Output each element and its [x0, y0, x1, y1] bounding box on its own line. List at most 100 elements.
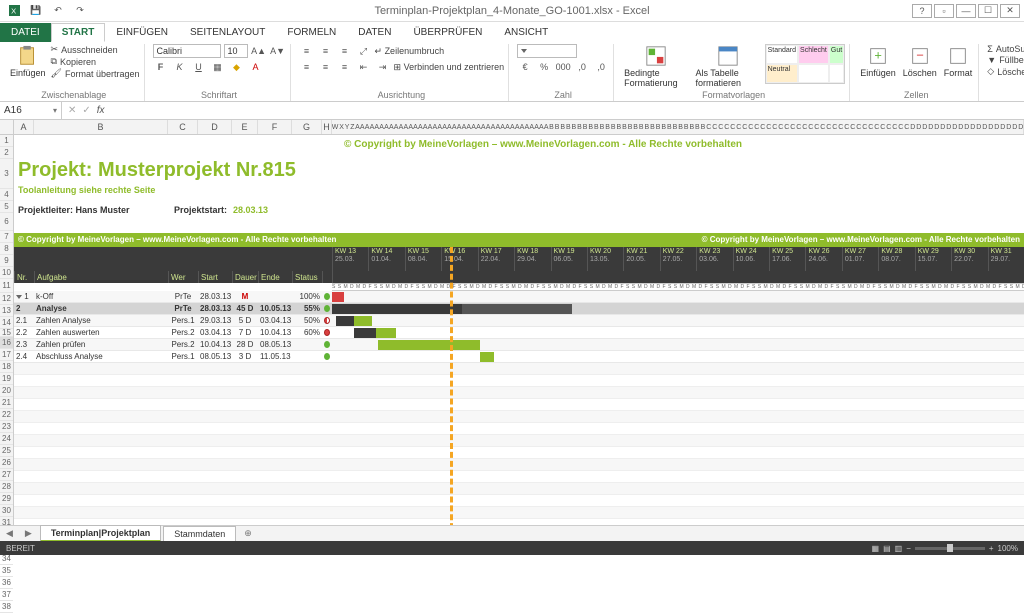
align-right-icon[interactable]: ≡	[337, 60, 353, 74]
format-cells-button[interactable]: Format	[942, 44, 975, 79]
fill-color-button[interactable]: ◆	[229, 60, 245, 74]
border-button[interactable]: ▦	[210, 60, 226, 74]
task-row[interactable]: 2.4Abschluss AnalysePers.108.05.133 D11.…	[14, 351, 1024, 363]
indent-left-icon[interactable]: ⇤	[356, 60, 372, 74]
autosum-button[interactable]: Σ AutoSumme	[987, 44, 1024, 54]
zoom-in-icon[interactable]: +	[989, 544, 994, 553]
tab-einfuegen[interactable]: EINFÜGEN	[105, 23, 179, 42]
svg-text:+: +	[874, 48, 882, 63]
group-clipboard: Einfügen ✂ Ausschneiden ⧉ Kopieren 🖌 For…	[4, 44, 145, 101]
undo-icon[interactable]: ↶	[50, 4, 66, 18]
zoom-slider[interactable]	[915, 547, 985, 550]
fill-button[interactable]: ▼ Füllbereich	[987, 55, 1024, 65]
view-layout-icon[interactable]: ▤	[883, 544, 891, 553]
project-leader: Projektleiter: Hans Muster	[18, 205, 130, 215]
italic-button[interactable]: K	[172, 60, 188, 74]
ribbon-collapse-icon[interactable]: ▫	[934, 4, 954, 18]
tab-ueberpruefen[interactable]: ÜBERPRÜFEN	[402, 23, 493, 42]
increase-decimal-icon[interactable]: ,0	[574, 60, 590, 74]
fx-icon[interactable]: fx	[97, 105, 105, 116]
tab-daten[interactable]: DATEN	[347, 23, 402, 42]
redo-icon[interactable]: ↷	[72, 4, 88, 18]
copy-button[interactable]: ⧉ Kopieren	[51, 56, 140, 67]
orientation-icon[interactable]: ⤢	[356, 44, 372, 58]
today-marker	[450, 247, 453, 547]
font-color-button[interactable]: A	[248, 60, 264, 74]
sheet-nav-prev-icon[interactable]: ◀	[0, 528, 19, 539]
save-icon[interactable]: 💾	[28, 4, 44, 18]
task-list: 1k-OffPrTe28.03.13M100%2AnalysePrTe28.03…	[14, 291, 1024, 363]
view-pagebreak-icon[interactable]: ▥	[895, 544, 903, 553]
increase-font-icon[interactable]: A▲	[251, 44, 267, 58]
task-row[interactable]: 2.1Zahlen AnalysePers.129.03.135 D03.04.…	[14, 315, 1024, 327]
align-center-icon[interactable]: ≡	[318, 60, 334, 74]
tab-ansicht[interactable]: ANSICHT	[493, 23, 559, 42]
delete-cells-button[interactable]: −Löschen	[901, 44, 939, 79]
zoom-value[interactable]: 100%	[998, 544, 1018, 553]
group-number: € % 000 ,0 ,0 Zahl	[513, 44, 614, 101]
bold-button[interactable]: F	[153, 60, 169, 74]
cancel-formula-icon[interactable]: ✕	[68, 105, 76, 116]
format-as-table-button[interactable]: Als Tabelle formatieren	[693, 44, 761, 89]
indent-right-icon[interactable]: ⇥	[375, 60, 391, 74]
svg-text:X: X	[11, 6, 16, 15]
sheet-tab-stammdaten[interactable]: Stammdaten	[163, 526, 236, 541]
task-row[interactable]: 2.3Zahlen prüfenPers.210.04.1328 D08.05.…	[14, 339, 1024, 351]
calendar-week-row: KW 1325.03.KW 1401.04.KW 1508.04.KW 1615…	[14, 247, 1024, 271]
align-top-icon[interactable]: ≡	[299, 44, 315, 58]
cut-button[interactable]: ✂ Ausschneiden	[51, 44, 140, 55]
tab-start[interactable]: START	[51, 23, 106, 42]
align-middle-icon[interactable]: ≡	[318, 44, 334, 58]
close-icon[interactable]: ✕	[1000, 4, 1020, 18]
font-name-select[interactable]: Calibri	[153, 44, 221, 58]
row-headers[interactable]: 1234567891011121314151617181920212223242…	[0, 135, 14, 547]
format-painter-button[interactable]: 🖌 Format übertragen	[51, 68, 140, 79]
minimize-icon[interactable]: —	[956, 4, 976, 18]
insert-cells-button[interactable]: +Einfügen	[858, 44, 898, 79]
tool-note: Toolanleitung siehe rechte Seite	[18, 185, 155, 195]
conditional-formatting-button[interactable]: Bedingte Formatierung	[622, 44, 690, 89]
sheet-tab-terminplan[interactable]: Terminplan|Projektplan	[40, 525, 161, 542]
ribbon: Einfügen ✂ Ausschneiden ⧉ Kopieren 🖌 For…	[0, 42, 1024, 102]
percent-icon[interactable]: %	[536, 60, 552, 74]
worksheet[interactable]: 1234567891011121314151617181920212223242…	[0, 135, 1024, 547]
project-title: Projekt: Musterprojekt Nr.815	[18, 159, 296, 182]
accept-formula-icon[interactable]: ✓	[82, 105, 90, 116]
task-row[interactable]: 2.2Zahlen auswertenPers.203.04.137 D10.0…	[14, 327, 1024, 339]
align-bottom-icon[interactable]: ≡	[337, 44, 353, 58]
maximize-icon[interactable]: ☐	[978, 4, 998, 18]
copyright-text: © Copyright by MeineVorlagen – www.Meine…	[344, 139, 742, 150]
empty-grid-rows[interactable]	[14, 363, 1024, 547]
number-format-select[interactable]	[517, 44, 577, 58]
formula-bar-row: A16 ✕ ✓ fx	[0, 102, 1024, 120]
tab-seitenlayout[interactable]: SEITENLAYOUT	[179, 23, 276, 42]
zoom-out-icon[interactable]: −	[906, 544, 911, 553]
column-headers[interactable]: A B C D E F G H I J K L M N O P Q R S T …	[0, 120, 1024, 135]
sheet-nav-next-icon[interactable]: ▶	[19, 528, 38, 539]
cell-styles-gallery[interactable]: StandardSchlechtGut Neutral	[765, 44, 846, 84]
help-icon[interactable]: ?	[912, 4, 932, 18]
project-start-label: Projektstart:	[174, 205, 227, 215]
align-left-icon[interactable]: ≡	[299, 60, 315, 74]
clear-button[interactable]: ◇ Löschen	[987, 66, 1024, 77]
underline-button[interactable]: U	[191, 60, 207, 74]
currency-icon[interactable]: €	[517, 60, 533, 74]
paste-button[interactable]: Einfügen	[8, 44, 48, 79]
view-normal-icon[interactable]: ▦	[872, 544, 880, 553]
group-editing: Σ AutoSumme ▼ Füllbereich ◇ Löschen Sort…	[983, 44, 1024, 101]
font-size-select[interactable]: 10	[224, 44, 248, 58]
group-font: Calibri 10 A▲ A▼ F K U ▦ ◆ A Schriftart	[149, 44, 291, 101]
status-bar: BEREIT ▦ ▤ ▥ − + 100%	[0, 541, 1024, 555]
task-row[interactable]: 1k-OffPrTe28.03.13M100%	[14, 291, 1024, 303]
tab-datei[interactable]: DATEI	[0, 23, 51, 42]
thousands-icon[interactable]: 000	[555, 60, 571, 74]
svg-text:−: −	[916, 48, 924, 63]
tab-formeln[interactable]: FORMELN	[276, 23, 347, 42]
task-row[interactable]: 2AnalysePrTe28.03.1345 D10.05.1355%	[14, 303, 1024, 315]
wrap-text-button[interactable]: ↵ Zeilenumbruch	[375, 46, 445, 57]
decrease-decimal-icon[interactable]: ,0	[593, 60, 609, 74]
name-box[interactable]: A16	[0, 102, 62, 119]
decrease-font-icon[interactable]: A▼	[270, 44, 286, 58]
merge-button[interactable]: ⊞ Verbinden und zentrieren	[394, 62, 505, 73]
add-sheet-icon[interactable]: ⊕	[236, 528, 260, 539]
